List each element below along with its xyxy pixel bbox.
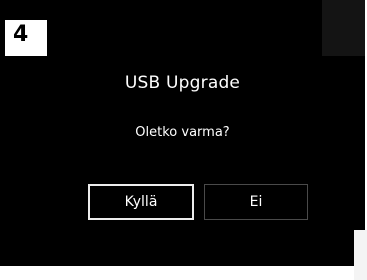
no-button-label: Ei [249,194,263,210]
yes-button-label: Kyllä [124,194,158,210]
no-button[interactable]: Ei [204,184,308,220]
screen-glare [354,230,367,280]
corner-tile [322,0,365,56]
dialog-title: USB Upgrade [124,73,241,93]
device-screen: USB Upgrade Oletko varma? Kyllä Ei [0,0,365,266]
step-number-badge: 4 [5,20,47,56]
yes-button[interactable]: Kyllä [88,184,194,220]
dialog-message: Oletko varma? [135,125,230,140]
